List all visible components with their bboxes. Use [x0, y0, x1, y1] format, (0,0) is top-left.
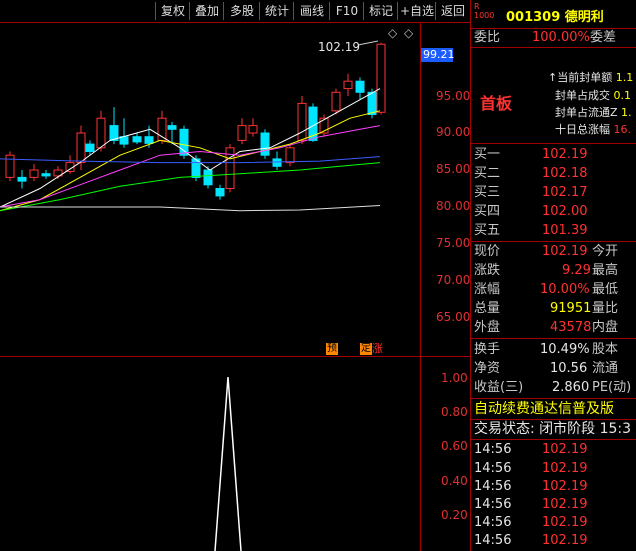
candle-body: [41, 173, 51, 177]
price-tick: 75.00: [436, 236, 471, 250]
indicator-tick: 1.00: [441, 371, 468, 385]
stat-row: 涨幅 10.00% 最低: [474, 282, 619, 297]
price-axis-border: [420, 22, 421, 551]
ma5-line: [0, 88, 381, 208]
candle-body: [376, 43, 386, 113]
candle-body: [5, 154, 15, 178]
chart-toolbar: 复权 叠加 多股 统计 画线 F10 标记 +自选 返回: [0, 0, 470, 22]
price-tick: 85.00: [436, 162, 471, 176]
candle-body: [297, 102, 307, 141]
limit-up-item: ↑当前封单额 1.1: [548, 71, 634, 84]
candle-body: [29, 169, 39, 178]
trade-status: 交易状态: 闭市阶段 15:3: [474, 421, 632, 437]
stat-row: 现价 102.19 今开: [474, 244, 619, 259]
candle-body: [367, 91, 377, 116]
add-favorite-button[interactable]: +自选: [397, 2, 436, 20]
candle-body: [85, 143, 95, 152]
limit-up-item: 封单占流通Z 1.: [555, 106, 632, 119]
indicator-tick: 0.60: [441, 439, 468, 453]
tick-row: 14:56 102.19: [474, 461, 588, 476]
ma250-line: [0, 205, 381, 212]
tick-row: 14:56 102.19: [474, 479, 588, 494]
candle-body: [132, 136, 142, 143]
back-button[interactable]: 返回: [435, 2, 470, 20]
candle-body: [355, 80, 365, 93]
limit-up-item: 封单占成交 0.1: [555, 89, 631, 102]
indicator-tick: 0.20: [441, 508, 468, 522]
stock-header: R 1000 001309 德明利: [472, 0, 636, 30]
candle-body: [285, 147, 295, 164]
commission-value: 100.00%: [532, 30, 590, 45]
stat-row: 外盘 43578 内盘: [474, 320, 619, 335]
fuquan-button[interactable]: 复权: [155, 2, 190, 20]
f10-button[interactable]: F10: [329, 2, 364, 20]
candle-body: [343, 80, 353, 90]
candle-body: [215, 188, 225, 197]
indicator-tick: 0.80: [441, 405, 468, 419]
high-arrow: [357, 40, 379, 46]
limit-up-title: 首板: [480, 94, 513, 113]
indicator-tick: 0.40: [441, 474, 468, 488]
bid-row[interactable]: 买五 101.39: [474, 221, 588, 240]
candle-body: [331, 91, 341, 112]
candle-body: [248, 125, 258, 134]
commission-row: 委比 100.00% 委差: [474, 28, 634, 47]
current-price-tag: 99.21: [421, 48, 455, 62]
auto-renew-notice[interactable]: 自动续费通达信普及版: [474, 400, 614, 419]
stat-row: 涨跌 9.29 最高: [474, 263, 619, 278]
diamond-icon[interactable]: ◇: [388, 26, 397, 40]
candle-body: [144, 136, 154, 144]
fixed-marker[interactable]: 定: [360, 343, 372, 355]
indicator-line: [214, 376, 242, 551]
tick-row: 14:56 102.19: [474, 515, 588, 530]
ma20-line: [0, 125, 381, 208]
forecast-marker[interactable]: 预: [326, 343, 338, 355]
bid-row[interactable]: 买一 102.19: [474, 145, 588, 164]
candle-body: [272, 158, 282, 167]
tick-row: 14:56 102.19: [474, 533, 588, 548]
bid-row[interactable]: 买二 102.18: [474, 164, 588, 183]
bid-row[interactable]: 买三 102.17: [474, 183, 588, 202]
commission-label: 委比: [474, 30, 501, 45]
candle-body: [17, 176, 27, 182]
tick-row: 14:56 102.19: [474, 497, 588, 512]
multi-stock-button[interactable]: 多股: [223, 2, 260, 20]
stock-code-name: 001309 德明利: [506, 10, 604, 25]
price-tick: 70.00: [436, 273, 471, 287]
diamond-icon[interactable]: ◇: [404, 26, 413, 40]
mark-button[interactable]: 标记: [363, 2, 398, 20]
commission-diff-label: 委差: [590, 30, 617, 45]
price-tick: 65.00: [436, 310, 471, 324]
price-tick: 95.00: [436, 89, 471, 103]
candle-body: [260, 132, 270, 156]
candle-body: [237, 125, 247, 141]
r-badge: R 1000: [474, 2, 495, 20]
overlay-button[interactable]: 叠加: [189, 2, 224, 20]
stat-row: 换手 10.49% 股本: [474, 342, 619, 357]
candle-body: [203, 169, 213, 186]
tick-row: 14:56 102.19: [474, 442, 588, 457]
draw-line-button[interactable]: 画线: [293, 2, 330, 20]
price-tick: 90.00: [436, 125, 471, 139]
up-arrow-icon: ↑: [548, 71, 558, 84]
limit-up-marker: 涨: [372, 342, 383, 355]
price-tick: 80.00: [436, 199, 471, 213]
candle-body: [76, 132, 86, 164]
bid-row[interactable]: 买四 102.00: [474, 202, 588, 221]
limit-up-item: 十日总涨幅 16.: [555, 123, 631, 136]
indicator-chart[interactable]: [0, 357, 420, 551]
ma120-line: [0, 156, 381, 164]
statistics-button[interactable]: 统计: [259, 2, 294, 20]
stat-row: 总量 91951 量比: [474, 301, 619, 316]
candle-body: [96, 117, 106, 149]
kline-chart[interactable]: [0, 23, 420, 356]
candle-body: [167, 125, 177, 130]
stat-row: 收益(三) 2.860 PE(动): [474, 380, 632, 395]
high-price-label: 102.19: [318, 40, 360, 54]
stat-row: 净资 10.56 流通: [474, 361, 619, 376]
